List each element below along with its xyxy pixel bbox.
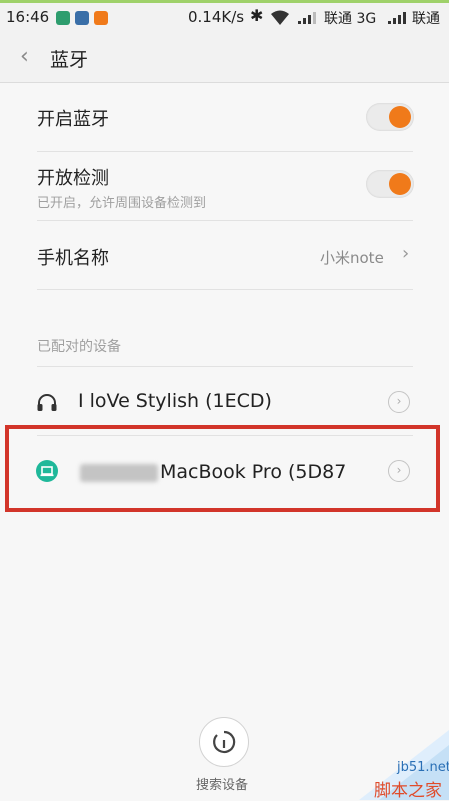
status-time: 16:46 [6,8,50,26]
paired-section-header: 已配对的设备 [37,339,121,355]
bluetooth-icon: ✱ [250,6,264,25]
shield-app-icon [56,11,70,25]
watermark-url: jb51.net [397,760,449,775]
bluetooth-toggle-row[interactable]: 开启蓝牙 [0,83,449,151]
orange-app-icon [94,11,108,25]
visibility-toggle-row[interactable]: 开放检测 已开启，允许周围设备检测到 [0,152,449,220]
bluetooth-label: 开启蓝牙 [37,109,109,130]
back-arrow-icon[interactable]: ‹ [20,44,29,69]
watermark-brand: 脚本之家 [374,781,442,801]
app-header: ‹ 蓝牙 [0,32,449,83]
carrier-2: 联通 [412,11,440,27]
device-name-value: 小米note [320,249,384,267]
visibility-label: 开放检测 [37,168,109,189]
toggle-knob [389,106,411,128]
highlight-box [5,425,440,512]
device-name-row[interactable]: 手机名称 小米note › [0,221,449,289]
wifi-icon [271,10,289,25]
search-devices-button[interactable] [199,717,249,767]
status-bar: 16:46 0.14K/s ✱ 联通 3G 联通 [0,0,449,32]
photo-app-icon [75,11,89,25]
page-title: 蓝牙 [50,49,89,71]
paired-device-name: I loVe Stylish (1ECD) [78,390,272,412]
chevron-right-icon: › [402,243,410,264]
signal-icon-1 [298,12,316,24]
device-details-icon[interactable]: › [388,391,410,413]
visibility-subtitle: 已开启，允许周围设备检测到 [37,196,207,211]
refresh-icon [213,730,236,754]
search-devices-label: 搜索设备 [196,778,249,793]
device-name-label: 手机名称 [37,248,109,269]
divider [37,289,413,290]
visibility-toggle[interactable] [366,170,414,198]
carrier-1: 联通 3G [324,11,377,27]
network-speed: 0.14K/s [188,8,245,26]
toggle-knob [389,173,411,195]
bluetooth-toggle[interactable] [366,103,414,131]
signal-icon-2 [388,12,406,24]
headset-icon [37,394,57,411]
